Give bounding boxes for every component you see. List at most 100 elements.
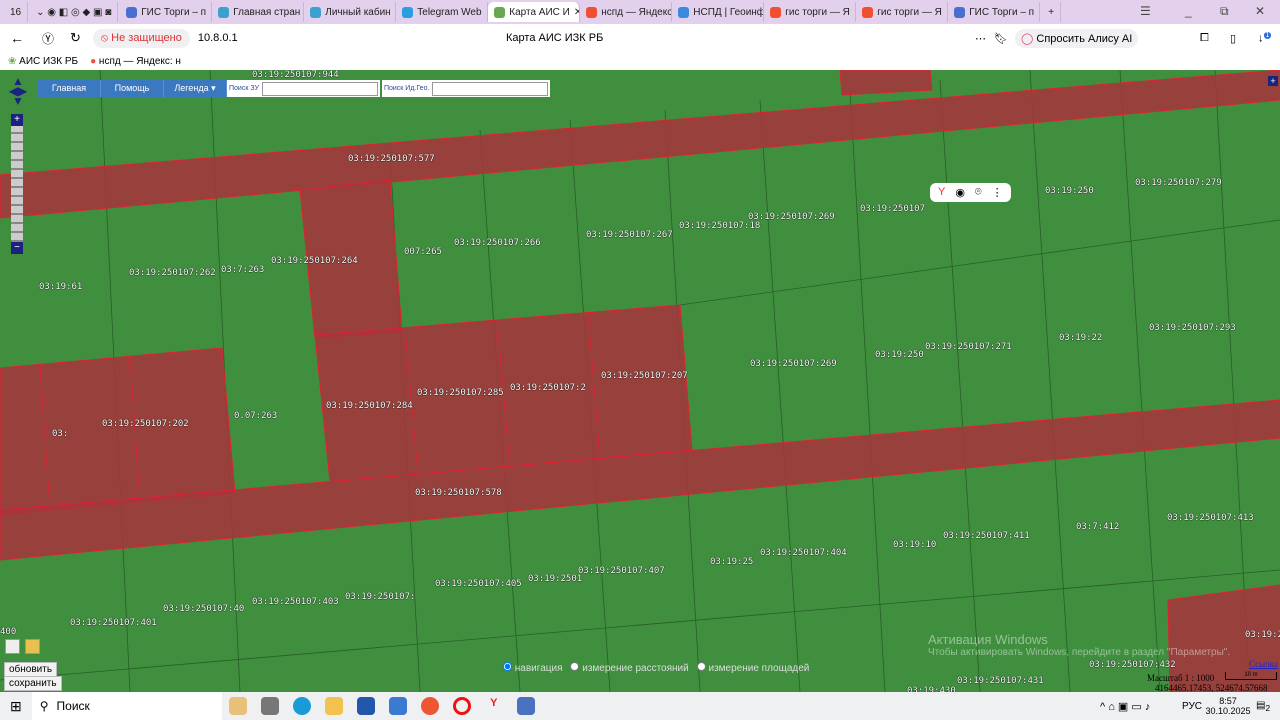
reload-icon[interactable]: ↻ — [70, 30, 81, 46]
bookmark-nspd[interactable]: ● нспд — Яндекс: н — [90, 56, 181, 67]
parcel-label[interactable]: 03:19:250107:2 — [510, 383, 586, 393]
restore-button[interactable]: ⧉ — [1220, 4, 1229, 19]
parcel-label[interactable]: 03:19:25 — [710, 557, 753, 567]
eye-icon[interactable]: ◉ — [955, 186, 965, 199]
security-badge[interactable]: ⦸ Не защищено — [92, 28, 190, 48]
menu-icon[interactable]: ☰ — [1140, 4, 1151, 18]
parcel-label[interactable]: 03:19:250107:279 — [1135, 178, 1222, 188]
parcel-label[interactable]: 03:19:250107:577 — [348, 154, 435, 164]
parcel-label[interactable]: 03:19:250107:431 — [957, 676, 1044, 686]
edge-icon[interactable] — [292, 697, 311, 715]
parcel-label[interactable]: 03:19:250107:293 — [1149, 323, 1236, 333]
task-view-icon[interactable] — [260, 697, 279, 715]
parcel-label[interactable]: 03:19:22 — [1059, 333, 1102, 343]
save-button[interactable]: сохранить — [4, 676, 62, 691]
outlook-icon[interactable] — [388, 697, 407, 715]
search-zu-input[interactable] — [261, 81, 378, 96]
url-text[interactable]: 10.8.0.1 — [198, 32, 238, 44]
right-plus-icon[interactable]: + — [1268, 76, 1278, 86]
parcel-label[interactable]: 03:19:25 — [1245, 630, 1280, 640]
zoom-out-button[interactable]: − — [11, 242, 23, 254]
tab[interactable]: Личный кабин — [304, 2, 397, 22]
bookmark-icon[interactable]: 🔖︎ — [994, 32, 1008, 45]
parcel-label[interactable]: 03:19:250107 — [860, 204, 925, 214]
search-geo-input[interactable] — [432, 81, 549, 96]
sidebar-icon[interactable]: ▯ — [1230, 32, 1236, 45]
yandex-browser-icon[interactable]: Y — [485, 697, 503, 715]
mode-navigation[interactable]: навигация — [503, 662, 562, 674]
screenshot-icon[interactable]: ⌾ — [975, 186, 982, 199]
parcel-label[interactable]: 03:19:250107:269 — [750, 359, 837, 369]
taskbar-search[interactable]: ⚲ Поиск — [31, 692, 222, 720]
parcel-label[interactable]: 03:7:263 — [221, 265, 264, 275]
new-tab-button[interactable]: + — [1042, 2, 1062, 22]
language-indicator[interactable]: РУС — [1182, 701, 1202, 712]
extensions-icon[interactable]: ⧠ — [1200, 32, 1209, 45]
minimize-button[interactable]: _ — [1185, 4, 1192, 18]
tab[interactable]: Карта АИС И✕ — [488, 2, 581, 22]
parcel-label[interactable]: 03:19:250107:202 — [102, 419, 189, 429]
parcel-label[interactable]: 03:19:10 — [893, 540, 936, 550]
parcel-label[interactable]: 007:265 — [404, 247, 442, 257]
parcel-label[interactable]: 03:19:250107:269 — [748, 212, 835, 222]
tab[interactable]: ГИС Торги – п — [948, 2, 1041, 22]
yandex-icon[interactable]: Y — [938, 186, 945, 199]
parcel-label[interactable]: 03:19:250107:271 — [925, 342, 1012, 352]
parcel-label[interactable]: 03:19:250107:267 — [586, 230, 673, 240]
parcel-label[interactable]: 03: — [52, 429, 68, 439]
pan-tool-icon[interactable] — [25, 639, 40, 654]
menu-legend[interactable]: Легенда ▾ — [164, 80, 227, 97]
parcel-label[interactable]: 03:7:412 — [1076, 522, 1119, 532]
explorer-icon[interactable] — [324, 697, 343, 715]
parcel-label[interactable]: 03:19:250 — [1045, 186, 1094, 196]
word-icon[interactable] — [516, 697, 535, 715]
yandex-icon[interactable] — [420, 697, 439, 715]
opera-icon[interactable] — [452, 697, 471, 715]
tab-count[interactable]: 16 — [4, 2, 29, 22]
parcel-label[interactable]: 03:19:250107:18 — [679, 221, 760, 231]
windows-start-icon[interactable]: ⊞ — [10, 698, 22, 715]
notifications-icon[interactable]: ▤2 — [1256, 700, 1270, 713]
pinned-tabs[interactable]: ⌄ ◉ ◧ ◎ ◆ ▣ ◙ — [30, 2, 119, 22]
parcel-label[interactable]: 0.07:263 — [234, 411, 277, 421]
bookmark-ais[interactable]: ❀ АИС ИЗК РБ — [8, 56, 78, 67]
downloads-icon[interactable]: ↓ 1 — [1258, 31, 1272, 44]
parcel-label[interactable]: 03:19:250107:403 — [252, 597, 339, 607]
more-icon[interactable]: ⋮ — [992, 186, 1003, 199]
parcel-label[interactable]: 03:19:250107:207 — [601, 371, 688, 381]
yandex-icon[interactable]: Ⓨ — [42, 30, 54, 47]
mode-area[interactable]: измерение площадей — [696, 662, 809, 674]
parcel-label[interactable]: 03:19:250107:411 — [943, 531, 1030, 541]
parcel-label[interactable]: 03:19:250107:413 — [1167, 513, 1254, 523]
ask-alice-button[interactable]: ◯ Спросить Алису AI — [1015, 28, 1139, 48]
tab[interactable]: ГИС Торги – п — [120, 2, 213, 22]
back-icon[interactable]: ← — [10, 30, 24, 46]
close-button[interactable]: ✕ — [1255, 4, 1265, 18]
parcel-label[interactable]: 03:19:61 — [39, 282, 82, 292]
tab[interactable]: гис торги — Я — [856, 2, 949, 22]
clock[interactable]: 8:57 30.10.2025 — [1205, 696, 1251, 716]
tab[interactable]: Telegram Web — [396, 2, 489, 22]
parcel-label[interactable]: 03:19:250107:404 — [760, 548, 847, 558]
store-icon[interactable] — [356, 697, 375, 715]
tab[interactable]: нспд — Яндекс — [580, 2, 673, 22]
zoom-slider[interactable]: + − — [11, 114, 23, 254]
map-canvas[interactable]: 03:19:250107:944 03:19:250107:577 03:19:25… — [0, 70, 1280, 692]
menu-help[interactable]: Помощь — [101, 80, 164, 97]
tab[interactable]: Главная стран — [212, 2, 305, 22]
parcel-label[interactable]: 03:19:250107:432 — [1089, 660, 1176, 670]
parcel-label[interactable]: 03:19:250107: — [345, 592, 415, 602]
parcel-label[interactable]: 03:19:250107:285 — [417, 388, 504, 398]
refresh-button[interactable]: обновить — [4, 662, 58, 677]
parcel-label[interactable]: 03:19:250107:266 — [454, 238, 541, 248]
parcel-label[interactable]: 03:19:250107:578 — [415, 488, 502, 498]
parcel-label[interactable]: 03:19:250 — [875, 350, 924, 360]
parcel-label[interactable]: 03:19:250107:40 — [163, 604, 244, 614]
more-icon[interactable]: ⋯ — [975, 32, 986, 45]
parcel-label[interactable]: 400 — [0, 627, 16, 637]
tab[interactable]: гис торги — Я — [764, 2, 857, 22]
zoom-in-button[interactable]: + — [11, 114, 23, 126]
tab[interactable]: НСПД | Геоинф — [672, 2, 765, 22]
mode-distance[interactable]: измерение расстояний — [570, 662, 689, 674]
menu-home[interactable]: Главная — [38, 80, 101, 97]
